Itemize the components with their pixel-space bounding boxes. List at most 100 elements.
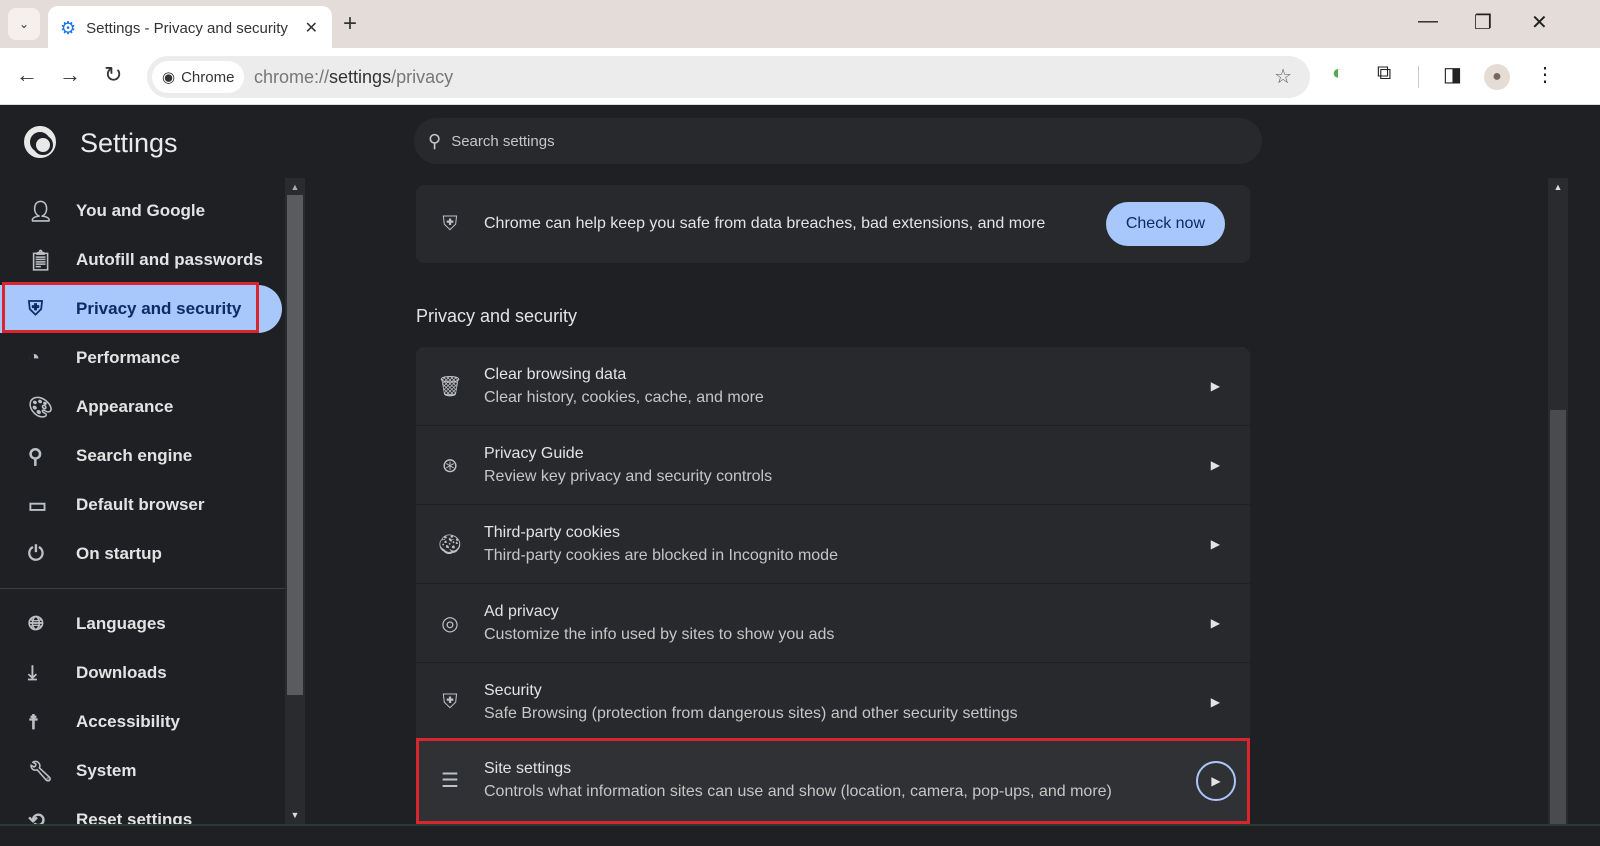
compass-icon: ⊛: [441, 454, 459, 477]
search-placeholder: Search settings: [451, 132, 555, 150]
row-site-settings[interactable]: ☰ Site settings Controls what information …: [416, 738, 1250, 824]
sidebar-item-default-browser[interactable]: ▭ Default browser: [0, 481, 282, 529]
page-title: Settings: [80, 128, 178, 158]
shield-check-icon: ⛨: [442, 212, 458, 235]
sidebar-item-label: Accessibility: [76, 712, 180, 731]
row-title: Ad privacy: [484, 602, 559, 620]
trash-icon: 🗑︎: [437, 375, 463, 398]
search-settings-input[interactable]: ⚲ Search settings: [414, 118, 1262, 164]
side-panel-icon[interactable]: ◨: [1443, 62, 1462, 87]
sidebar-scrollbar-thumb[interactable]: [287, 195, 303, 695]
row-title: Privacy Guide: [484, 444, 584, 462]
sidebar: 👤︎ You and Google 📋︎ Autofill and password…: [0, 178, 285, 846]
sidebar-item-system[interactable]: 🔧︎ System: [0, 747, 282, 795]
chip-label: Chrome: [181, 68, 235, 86]
sidebar-item-downloads[interactable]: ⤓ Downloads: [0, 649, 282, 697]
sidebar-item-search-engine[interactable]: ⚲ Search engine: [0, 432, 282, 480]
row-desc: Third-party cookies are blocked in Incog…: [484, 546, 838, 564]
minimize-icon[interactable]: —: [1418, 10, 1438, 33]
row-desc: Clear history, cookies, cache, and more: [484, 388, 764, 406]
row-desc: Controls what information sites can use …: [484, 783, 1112, 800]
reload-icon[interactable]: ↻: [104, 62, 122, 88]
sidebar-item-label: Search engine: [76, 446, 193, 465]
accessibility-icon: ☨: [28, 711, 39, 734]
row-ad-privacy[interactable]: ◎ Ad privacy Customize the info used by si…: [416, 584, 1250, 663]
sidebar-item-label: Performance: [76, 348, 180, 367]
new-tab-button[interactable]: +: [343, 10, 357, 38]
tab-settings[interactable]: ⚙ Settings - Privacy and security ✕: [48, 6, 332, 50]
sidebar-item-label: Downloads: [76, 663, 167, 682]
search-icon: ⚲: [28, 445, 43, 468]
row-title: Security: [484, 681, 542, 699]
power-icon: ⏻: [28, 542, 44, 565]
row-desc: Safe Browsing (protection from dangerous…: [484, 704, 1018, 722]
address-bar[interactable]: ◉ Chrome chrome://settings/privacy ☆: [147, 56, 1310, 98]
row-title: Third-party cookies: [484, 523, 621, 541]
row-privacy-guide[interactable]: ⊛ Privacy Guide Review key privacy and sec…: [416, 426, 1250, 505]
row-third-party-cookies[interactable]: 🍪︎ Third-party cookies Third-party cookies…: [416, 505, 1250, 584]
url-path: /privacy: [391, 67, 454, 87]
close-tab-icon[interactable]: ✕: [305, 18, 318, 38]
more-menu-icon[interactable]: ⋮: [1535, 62, 1555, 87]
chevron-right-icon: ▶: [1210, 379, 1220, 393]
sidebar-item-label: System: [76, 761, 137, 780]
sidebar-item-languages[interactable]: 🌐︎ Languages: [0, 600, 282, 648]
bottom-edge: [0, 824, 1600, 846]
safety-check-text: Chrome can help keep you safe from data …: [484, 215, 1046, 232]
restore-icon[interactable]: ❐: [1474, 10, 1492, 35]
sidebar-item-label: On startup: [76, 544, 162, 563]
back-icon[interactable]: ←: [16, 62, 38, 88]
globe-icon: 🌐︎: [28, 612, 44, 635]
browser-icon: ▭: [28, 494, 47, 517]
sidebar-item-label: Languages: [76, 614, 166, 633]
forward-icon[interactable]: →: [59, 62, 81, 88]
main-scrollbar-thumb[interactable]: [1550, 410, 1566, 824]
sidebar-item-appearance[interactable]: 🎨︎ Appearance: [0, 383, 282, 431]
chevron-right-icon: ▶: [1210, 616, 1220, 630]
extension-mouse-icon[interactable]: ◐: [1332, 62, 1344, 85]
site-info-chip[interactable]: ◉ Chrome: [152, 61, 245, 93]
main-content: ⛨ Chrome can help keep you safe from dat…: [305, 178, 1548, 824]
sidebar-item-accessibility[interactable]: ☨ Accessibility: [0, 698, 282, 746]
sidebar-item-label: Appearance: [76, 397, 174, 416]
url-host: settings: [329, 67, 392, 87]
sidebar-item-autofill[interactable]: 📋︎ Autofill and passwords: [0, 236, 282, 284]
toolbar-divider: [1418, 66, 1419, 88]
bookmark-star-icon[interactable]: ☆: [1274, 64, 1292, 89]
shield-icon: ⛨: [442, 690, 458, 713]
check-now-button[interactable]: Check now: [1105, 202, 1225, 246]
toolbar: ← → ↻ ◉ Chrome chrome://settings/privacy…: [0, 48, 1600, 105]
url-text[interactable]: chrome://settings/privacy: [254, 67, 453, 88]
highlight-box: [2, 282, 259, 333]
url-prefix: chrome://: [254, 67, 330, 87]
tab-strip: ⌄ ⚙ Settings - Privacy and security ✕ + …: [0, 0, 1600, 50]
extensions-puzzle-icon[interactable]: ⧉: [1377, 62, 1391, 85]
sidebar-item-performance[interactable]: ◔ Performance: [0, 334, 282, 382]
settings-header: Settings ⚲ Search settings: [0, 106, 1600, 178]
row-title: Site settings: [484, 760, 572, 777]
chevron-right-icon: ▶: [1210, 537, 1220, 551]
row-clear-browsing-data[interactable]: 🗑︎ Clear browsing data Clear history, cook…: [416, 347, 1250, 426]
download-icon: ⤓: [28, 661, 37, 684]
sidebar-item-you-and-google[interactable]: 👤︎ You and Google: [0, 187, 282, 235]
gauge-icon: ◔: [28, 346, 41, 369]
row-title: Clear browsing data: [484, 365, 627, 383]
row-desc: Customize the info used by sites to show…: [484, 625, 835, 643]
chevron-right-icon: ▶: [1210, 458, 1220, 472]
tab-search-button[interactable]: ⌄: [8, 8, 40, 40]
clipboard-icon: 📋︎: [28, 249, 54, 272]
profile-avatar-icon[interactable]: ●: [1484, 64, 1510, 90]
tab-title: Settings - Privacy and security: [86, 19, 288, 37]
gear-icon: ⚙: [60, 17, 77, 38]
person-icon: 👤︎: [28, 200, 54, 223]
close-window-icon[interactable]: ✕: [1531, 10, 1548, 35]
search-icon: ⚲: [428, 130, 442, 151]
sidebar-item-on-startup[interactable]: ⏻ On startup: [0, 530, 282, 578]
row-security[interactable]: ⛨ Security Safe Browsing (protection from …: [416, 663, 1250, 742]
palette-icon: 🎨︎: [28, 396, 54, 419]
sidebar-divider: [0, 588, 285, 589]
chrome-icon: ◉: [162, 69, 176, 86]
sidebar-item-label: Default browser: [76, 495, 205, 514]
chevron-right-icon: ▶: [1196, 760, 1236, 801]
wrench-icon: 🔧︎: [28, 760, 54, 783]
